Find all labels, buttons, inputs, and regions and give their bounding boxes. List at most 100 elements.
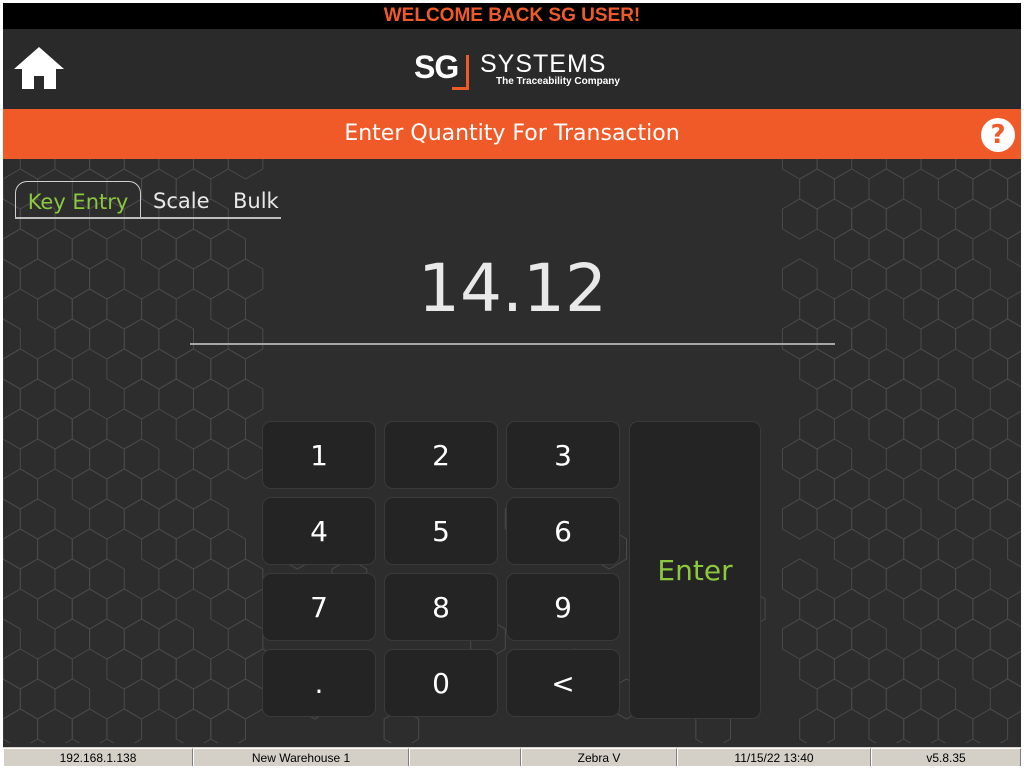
hexagon-decoration <box>989 159 1021 180</box>
tabs-underline <box>15 217 281 219</box>
hexagon-decoration <box>920 378 957 420</box>
hexagon-decoration <box>3 678 21 720</box>
page-title: Enter Quantity For Transaction <box>344 121 680 146</box>
hexagon-decoration <box>89 438 125 480</box>
tab-bulk[interactable]: Bulk <box>233 181 279 217</box>
hexagon-decoration <box>54 438 91 480</box>
hexagon-decoration <box>158 618 194 660</box>
help-button[interactable]: ? <box>981 118 1015 152</box>
hexagon-decoration <box>972 408 1009 450</box>
hexagon-decoration <box>71 588 108 630</box>
key-8[interactable]: 8 <box>384 573 498 641</box>
hexagon-decoration <box>19 558 56 600</box>
hexagon-decoration <box>141 288 177 330</box>
hexagon-decoration <box>781 198 818 240</box>
key-7[interactable]: 7 <box>262 573 376 641</box>
hexagon-decoration <box>106 648 143 690</box>
hexagon-decoration <box>123 618 160 660</box>
hexagon-decoration <box>106 288 143 330</box>
hexagon-decoration <box>227 159 264 180</box>
hexagon-decoration <box>193 678 229 720</box>
hexagon-decoration <box>781 558 818 600</box>
key-0[interactable]: 0 <box>384 649 498 717</box>
hexagon-decoration <box>799 588 835 630</box>
tab-key-entry[interactable]: Key Entry <box>15 181 141 218</box>
hexagon-decoration <box>141 228 177 270</box>
hexagon-decoration <box>989 378 1021 420</box>
hexagon-decoration <box>175 468 212 510</box>
hexagon-decoration <box>851 258 887 300</box>
enter-button[interactable]: Enter <box>629 421 761 719</box>
hexagon-decoration <box>955 618 991 660</box>
hexagon-decoration <box>920 258 957 300</box>
key-5[interactable]: 5 <box>384 497 498 565</box>
hexagon-decoration <box>989 198 1021 240</box>
key-3[interactable]: 3 <box>506 421 620 489</box>
hexagon-decoration <box>175 708 212 743</box>
hexagon-decoration <box>141 588 177 630</box>
key-9[interactable]: 9 <box>506 573 620 641</box>
hexagon-decoration <box>833 288 870 330</box>
hexagon-decoration <box>19 258 56 300</box>
hexagon-decoration <box>193 498 229 540</box>
key-backspace[interactable]: < <box>506 649 620 717</box>
hexagon-decoration <box>972 648 1009 690</box>
logo-word: SYSTEMS <box>480 50 607 78</box>
hexagon-decoration <box>868 348 905 390</box>
status-bar: 192.168.1.138 New Warehouse 1 Zebra V 11… <box>3 747 1021 766</box>
hexagon-decoration <box>955 159 991 180</box>
hexagon-decoration <box>89 258 125 300</box>
hexagon-decoration <box>106 348 143 390</box>
hexagon-decoration <box>851 198 887 240</box>
hexagon-decoration <box>903 348 939 390</box>
page-title-bar: Enter Quantity For Transaction ? <box>3 109 1021 159</box>
main-panel: Key Entry Scale Bulk 14.12 1 2 3 4 5 6 7… <box>3 159 1021 743</box>
hexagon-decoration <box>175 528 212 570</box>
hexagon-decoration <box>972 588 1009 630</box>
hexagon-decoration <box>816 498 853 540</box>
hexagon-decoration <box>89 318 125 360</box>
hexagon-decoration <box>158 498 194 540</box>
hexagon-decoration <box>227 618 264 660</box>
key-2[interactable]: 2 <box>384 421 498 489</box>
hexagon-decoration <box>989 618 1021 660</box>
hexagon-decoration <box>781 498 818 540</box>
status-printer: Zebra V <box>521 748 677 766</box>
hexagon-decoration <box>920 159 957 180</box>
hexagon-decoration <box>920 438 957 480</box>
hexagon-decoration <box>868 228 905 270</box>
hexagon-decoration <box>1007 230 1021 268</box>
hexagon-decoration <box>54 258 91 300</box>
key-1[interactable]: 1 <box>262 421 376 489</box>
hexagon-decoration <box>816 618 853 660</box>
hexagon-decoration <box>989 498 1021 540</box>
home-button[interactable] <box>13 44 65 92</box>
hexagon-decoration <box>955 438 991 480</box>
hexagon-decoration <box>903 528 939 570</box>
hexagon-decoration <box>210 648 246 690</box>
hexagon-decoration <box>885 558 922 600</box>
hexagon-decoration <box>193 378 229 420</box>
hexagon-decoration <box>885 258 922 300</box>
hexagon-decoration <box>193 558 229 600</box>
hexagon-decoration <box>903 228 939 270</box>
hexagon-decoration <box>37 348 73 390</box>
tab-scale[interactable]: Scale <box>153 181 210 217</box>
key-4[interactable]: 4 <box>262 497 376 565</box>
hexagon-decoration <box>210 348 246 390</box>
key-6[interactable]: 6 <box>506 497 620 565</box>
hexagon-decoration <box>19 678 56 720</box>
hexagon-decoration <box>799 168 835 210</box>
hexagon-decoration <box>851 378 887 420</box>
hexagon-decoration <box>37 648 73 690</box>
hexagon-decoration <box>175 348 212 390</box>
hexagon-decoration <box>89 498 125 540</box>
hexagon-decoration <box>106 468 143 510</box>
hexagon-decoration <box>193 438 229 480</box>
hexagon-decoration <box>885 438 922 480</box>
hexagon-decoration <box>920 618 957 660</box>
hexagon-decoration <box>37 708 73 743</box>
key-decimal[interactable]: . <box>262 649 376 717</box>
hexagon-decoration <box>89 558 125 600</box>
hexagon-decoration <box>955 198 991 240</box>
